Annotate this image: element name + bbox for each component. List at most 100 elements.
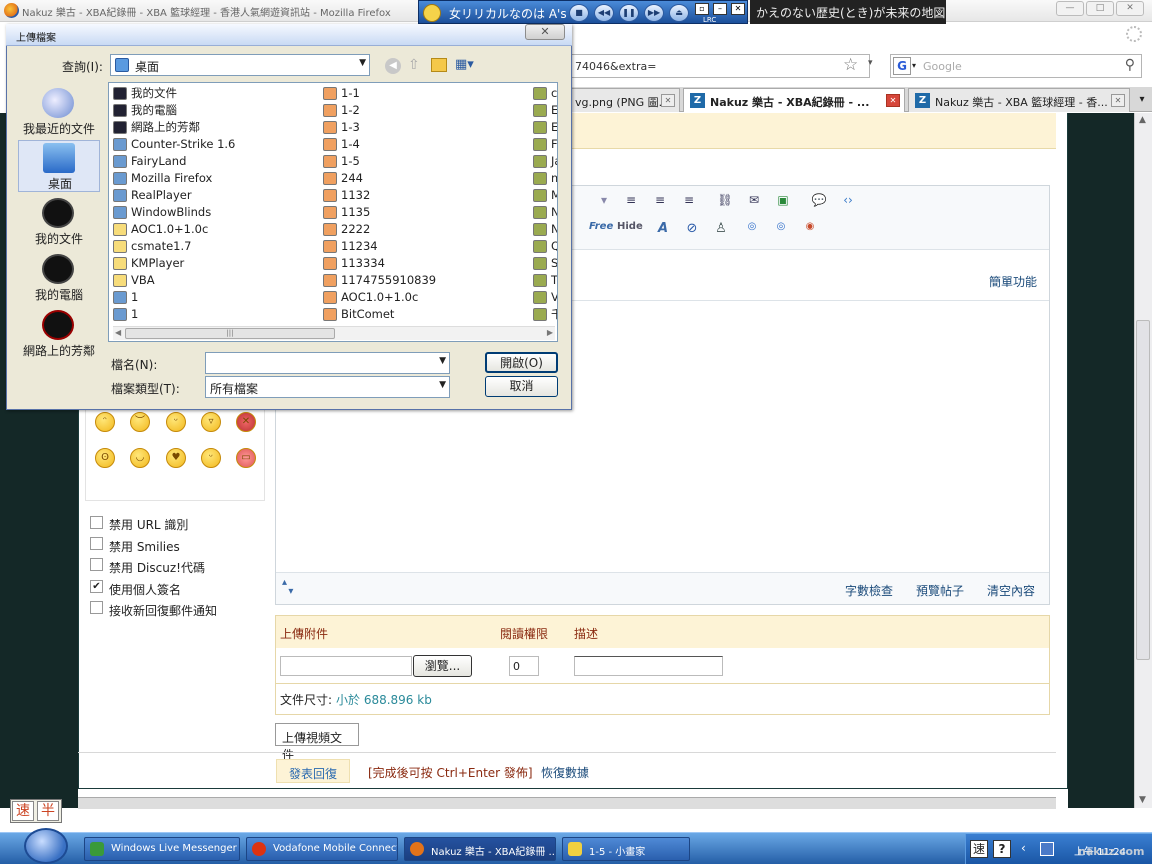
tab-image[interactable]: vg.png (PNG 圖... ✕ bbox=[570, 88, 680, 112]
disable-smilies-checkbox[interactable] bbox=[90, 537, 103, 550]
upload-video-button[interactable]: 上傳視頻文件 bbox=[275, 723, 359, 762]
clear-content-link[interactable]: 清空內容 bbox=[987, 582, 1035, 599]
description-input[interactable] bbox=[574, 656, 723, 676]
align-right-icon[interactable]: ≡ bbox=[680, 193, 698, 209]
file-item[interactable]: AOC1.0+1.0c bbox=[111, 221, 311, 238]
file-item[interactable]: Fl bbox=[531, 136, 557, 153]
stop-icon[interactable]: ■ bbox=[569, 4, 589, 22]
file-item[interactable]: 113334 bbox=[321, 255, 521, 272]
disable-discuz-checkbox[interactable] bbox=[90, 558, 103, 571]
file-item[interactable]: 1132 bbox=[321, 187, 521, 204]
file-item[interactable]: 1135 bbox=[321, 204, 521, 221]
player-minimize-icon[interactable]: – bbox=[713, 3, 727, 15]
places-my-documents[interactable]: 我的文件 bbox=[18, 196, 100, 248]
view-menu-icon[interactable]: ▦▾ bbox=[455, 57, 474, 72]
hide-tag-button[interactable]: Hide bbox=[617, 221, 643, 237]
code-icon[interactable]: ‹› bbox=[839, 193, 857, 209]
email-icon[interactable]: ✉ bbox=[745, 193, 763, 209]
smiley-icon[interactable]: ▭ bbox=[236, 448, 256, 468]
filetype-select[interactable]: 所有檔案 ▼ bbox=[205, 376, 450, 398]
file-item[interactable]: Vi bbox=[531, 289, 557, 306]
engine-dropdown-icon[interactable]: ▾ bbox=[912, 61, 916, 70]
smiley-icon[interactable]: ᵕ bbox=[166, 412, 186, 432]
smiley-icon[interactable]: ◡ bbox=[130, 448, 150, 468]
file-item[interactable]: BitComet bbox=[321, 306, 521, 323]
tab-close-icon[interactable]: ✕ bbox=[886, 94, 900, 107]
smiley-icon[interactable]: ʘ bbox=[95, 448, 115, 468]
forward-icon[interactable]: ▶▶ bbox=[644, 4, 664, 22]
insert-image-icon[interactable]: ▣ bbox=[774, 193, 792, 209]
tab-close-icon[interactable]: ✕ bbox=[661, 94, 675, 107]
filename-input[interactable]: ▼ bbox=[205, 352, 450, 374]
link-icon[interactable]: ⛓ bbox=[716, 193, 734, 209]
file-item[interactable]: VBA bbox=[111, 272, 311, 289]
file-item[interactable]: Th bbox=[531, 272, 557, 289]
eject-icon[interactable]: ⏏ bbox=[669, 4, 689, 22]
file-item[interactable]: M bbox=[531, 187, 557, 204]
smiley-icon[interactable]: ♥ bbox=[166, 448, 186, 468]
realplayer-icon[interactable]: ◎ bbox=[741, 221, 763, 237]
scroll-right-icon[interactable]: ▶ bbox=[547, 328, 553, 337]
file-item[interactable]: Counter-Strike 1.6 bbox=[111, 136, 311, 153]
taskbar-item-vodafone[interactable]: Vodafone Mobile Connect ... bbox=[246, 837, 398, 861]
new-folder-icon[interactable] bbox=[431, 58, 447, 72]
browse-button[interactable]: 瀏覽... bbox=[413, 655, 472, 677]
lrc-badge[interactable]: LRC bbox=[703, 16, 716, 24]
horizontal-scrollbar[interactable] bbox=[78, 797, 1056, 809]
tab-xba-record[interactable]: Z Nakuz 樂古 - XBA紀錄冊 - ... ✕ bbox=[683, 88, 905, 112]
file-item[interactable]: AOC1.0+1.0c bbox=[321, 289, 521, 306]
file-list-hscrollbar[interactable]: ◀ ||| ▶ bbox=[113, 326, 555, 340]
qq-icon[interactable]: ♙ bbox=[710, 221, 732, 237]
search-input[interactable]: Google bbox=[923, 60, 962, 73]
lookin-combo[interactable]: 桌面 ▼ bbox=[110, 54, 370, 76]
bookmark-star-icon[interactable]: ☆ bbox=[843, 55, 858, 75]
submit-reply-button[interactable]: 發表回復 bbox=[276, 759, 350, 783]
file-item[interactable]: 我的電腦 bbox=[111, 102, 311, 119]
dropdown-arrow-icon[interactable]: ▼ bbox=[439, 356, 446, 366]
network-tray-icon[interactable] bbox=[1040, 842, 1054, 856]
file-item[interactable]: Mozilla Firefox bbox=[111, 170, 311, 187]
file-item[interactable]: 1 bbox=[111, 289, 311, 306]
player-restore-icon[interactable]: ▫ bbox=[695, 3, 709, 15]
tab-close-icon[interactable]: ✕ bbox=[1111, 94, 1125, 107]
resize-editor-icon[interactable]: ▴ ▾ bbox=[282, 578, 293, 597]
player-close-icon[interactable]: ✕ bbox=[731, 3, 745, 15]
scroll-up-icon[interactable]: ▲ bbox=[1139, 115, 1146, 125]
file-item[interactable]: N bbox=[531, 204, 557, 221]
tab-xba-manager[interactable]: Z Nakuz 樂古 - XBA 籃球經理 - 香... ✕ bbox=[908, 88, 1130, 112]
email-notify-checkbox[interactable] bbox=[90, 601, 103, 614]
places-network[interactable]: 網路上的芳鄰 bbox=[18, 308, 100, 360]
up-folder-icon[interactable]: ⇧ bbox=[408, 57, 420, 73]
file-item[interactable]: cc bbox=[531, 85, 557, 102]
preview-link[interactable]: 預覽帖子 bbox=[916, 582, 964, 599]
file-item[interactable]: 1-1 bbox=[321, 85, 521, 102]
smiley-icon[interactable]: ᵕ bbox=[201, 448, 221, 468]
tray-help-button[interactable]: ? bbox=[993, 840, 1011, 858]
file-item[interactable]: 1-2 bbox=[321, 102, 521, 119]
file-item[interactable]: 我的文件 bbox=[111, 85, 311, 102]
file-item[interactable]: WindowBlinds bbox=[111, 204, 311, 221]
pause-icon[interactable]: ❚❚ bbox=[619, 4, 639, 22]
close-window-button[interactable]: ✕ bbox=[1116, 1, 1144, 16]
dropdown-arrow-icon[interactable]: ▼ bbox=[439, 380, 446, 390]
search-icon[interactable]: ⚲ bbox=[1125, 57, 1135, 73]
smiley-icon[interactable]: ︶ bbox=[130, 412, 150, 432]
rewind-icon[interactable]: ◀◀ bbox=[594, 4, 614, 22]
dialog-close-button[interactable]: ✕ bbox=[525, 24, 565, 40]
mediaplayer-icon[interactable]: ◎ bbox=[770, 221, 792, 237]
file-item[interactable]: 11234 bbox=[321, 238, 521, 255]
free-tag-button[interactable]: Free bbox=[589, 221, 613, 237]
file-item[interactable]: csmate1.7 bbox=[111, 238, 311, 255]
tab-list-button[interactable]: ▾ bbox=[1132, 88, 1152, 112]
file-item[interactable]: 1-5 bbox=[321, 153, 521, 170]
open-button[interactable]: 開啟(O) bbox=[485, 352, 558, 373]
ime-speed-button[interactable]: 速 bbox=[12, 801, 34, 821]
places-my-computer[interactable]: 我的電腦 bbox=[18, 252, 100, 304]
simple-mode-link[interactable]: 簡單功能 bbox=[989, 273, 1037, 290]
file-item[interactable]: Ja bbox=[531, 153, 557, 170]
music-icon[interactable]: ◉ bbox=[799, 221, 821, 237]
file-item[interactable]: 1-3 bbox=[321, 119, 521, 136]
search-box[interactable]: G ▾ Google ⚲ bbox=[890, 54, 1142, 78]
file-item[interactable]: KMPlayer bbox=[111, 255, 311, 272]
file-item[interactable]: 1-4 bbox=[321, 136, 521, 153]
